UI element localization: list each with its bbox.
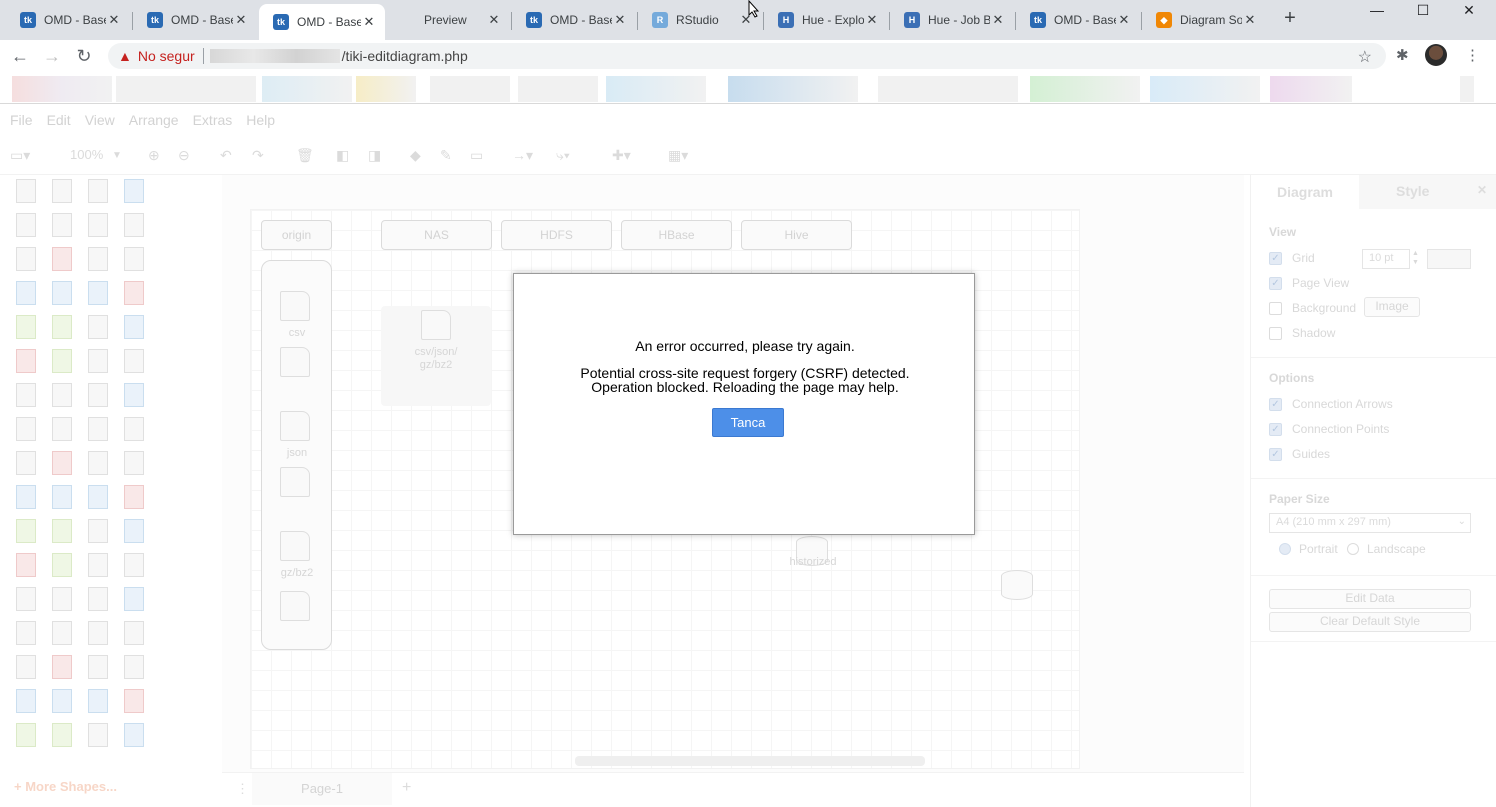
bookmark-star-icon[interactable]: ☆ [1358, 47, 1372, 67]
security-label[interactable]: No segur [138, 48, 195, 64]
browser-tab[interactable]: tk OMD - Base ✕ [1016, 4, 1140, 36]
bookmark-item[interactable] [518, 76, 598, 102]
close-tab-icon[interactable]: ✕ [106, 12, 122, 28]
tab-title: OMD - Base [171, 13, 233, 27]
error-dialog: An error occurred, please try again. Pot… [513, 273, 975, 535]
tab-separator [511, 12, 512, 30]
tiki-favicon-icon: tk [1030, 12, 1046, 28]
close-tab-icon[interactable]: ✕ [486, 12, 502, 28]
bookmark-item[interactable] [1030, 76, 1140, 102]
bookmark-item[interactable] [728, 76, 858, 102]
hue-favicon-icon: H [904, 12, 920, 28]
browser-tab[interactable]: R RStudio ✕ [638, 4, 762, 36]
address-divider [202, 48, 204, 64]
close-tab-icon[interactable]: ✕ [612, 12, 628, 28]
error-title: An error occurred, please try again. [635, 338, 855, 354]
none-favicon-icon [400, 12, 416, 28]
extensions-icon[interactable]: ✱ [1396, 46, 1409, 64]
tab-title: RStudio [676, 13, 719, 27]
close-tab-icon[interactable]: ✕ [990, 12, 1006, 28]
bookmark-item[interactable] [116, 76, 256, 102]
tab-title: OMD - Base [550, 13, 612, 27]
new-tab-button[interactable]: + [1280, 8, 1300, 30]
bookmark-item[interactable] [606, 76, 706, 102]
bookmark-item[interactable] [1150, 76, 1260, 102]
close-tab-icon[interactable]: ✕ [1116, 12, 1132, 28]
browser-tab[interactable]: Preview ✕ [386, 4, 510, 36]
tab-separator [1015, 12, 1016, 30]
tiki-favicon-icon: tk [20, 12, 36, 28]
close-tab-icon[interactable]: ✕ [864, 12, 880, 28]
browser-menu-icon[interactable]: ⋮ [1465, 46, 1480, 64]
back-icon[interactable]: ← [8, 44, 32, 68]
tab-separator [763, 12, 764, 30]
reload-icon[interactable]: ↻ [72, 44, 96, 68]
browser-tab[interactable]: tk OMD - Base ✕ [512, 4, 636, 36]
error-message: Potential cross-site request forgery (CS… [514, 366, 976, 394]
tab-separator [132, 12, 133, 30]
tab-title: OMD - Base [297, 15, 361, 29]
blurred-host [209, 49, 340, 63]
hue-favicon-icon: H [778, 12, 794, 28]
bookmark-item[interactable] [356, 76, 416, 102]
drawio-favicon-icon: ◆ [1156, 12, 1172, 28]
close-tab-icon[interactable]: ✕ [1242, 12, 1258, 28]
browser-toolbar: ← → ↻ ▲ No segur /tiki-editdiagram.php ☆… [0, 40, 1496, 72]
close-tab-icon[interactable]: ✕ [233, 12, 249, 28]
bookmark-item[interactable] [878, 76, 1018, 102]
tab-title: OMD - Base [44, 13, 106, 27]
browser-tab[interactable]: ◆ Diagram So ✕ [1142, 4, 1266, 36]
browser-tab[interactable]: tk OMD - Base ✕ [133, 4, 257, 36]
error-message-line: Operation blocked. Reloading the page ma… [591, 379, 899, 395]
bookmark-item[interactable] [430, 76, 510, 102]
address-bar[interactable]: ▲ No segur /tiki-editdiagram.php ☆ [108, 43, 1386, 69]
tab-separator [889, 12, 890, 30]
browser-tab[interactable]: tk OMD - Base ✕ [6, 4, 130, 36]
tiki-favicon-icon: tk [526, 12, 542, 28]
browser-tab[interactable]: H Hue - Explo ✕ [764, 4, 888, 36]
close-tab-icon[interactable]: ✕ [361, 14, 377, 30]
tab-separator [1141, 12, 1142, 30]
tiki-favicon-icon: tk [273, 14, 289, 30]
warning-icon: ▲ [118, 48, 132, 64]
close-dialog-button[interactable]: Tanca [712, 408, 784, 437]
tab-separator [637, 12, 638, 30]
url-path: /tiki-editdiagram.php [341, 48, 468, 64]
browser-tab[interactable]: H Hue - Job B ✕ [890, 4, 1014, 36]
tab-title: Hue - Explo [802, 13, 864, 27]
tiki-favicon-icon: tk [147, 12, 163, 28]
bookmark-item[interactable] [1270, 76, 1352, 102]
browser-tab[interactable]: tk OMD - Base ✕ [259, 4, 385, 40]
bookmark-item[interactable] [1460, 76, 1474, 102]
bookmark-item[interactable] [12, 76, 112, 102]
mouse-cursor-icon [748, 0, 760, 18]
minimize-button[interactable]: — [1354, 0, 1400, 22]
close-window-button[interactable]: ✕ [1446, 0, 1492, 22]
tab-title: Preview [424, 13, 467, 27]
tab-title: Diagram So [1180, 13, 1242, 27]
profile-avatar[interactable] [1425, 44, 1447, 66]
tab-title: OMD - Base [1054, 13, 1116, 27]
bookmarks-bar [0, 72, 1496, 104]
forward-icon[interactable]: → [40, 44, 64, 68]
error-message-line: Potential cross-site request forgery (CS… [580, 365, 910, 381]
tab-title: Hue - Job B [928, 13, 990, 27]
bookmark-item[interactable] [262, 76, 352, 102]
R-favicon-icon: R [652, 12, 668, 28]
maximize-button[interactable]: ☐ [1400, 0, 1446, 22]
